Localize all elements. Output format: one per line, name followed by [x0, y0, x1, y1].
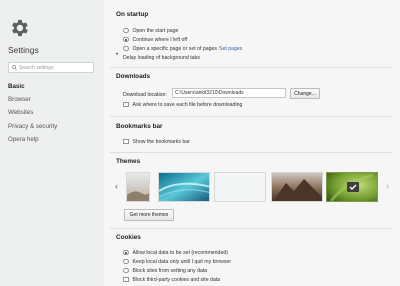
sidebar: Settings Basic Browser Websites Privacy …: [0, 0, 104, 286]
set-pages-link[interactable]: Set pages: [219, 46, 242, 52]
checkbox[interactable]: [123, 138, 129, 145]
option-label: Allow local data to be set (recommended): [132, 249, 228, 256]
sidebar-nav: Basic Browser Websites Privacy & securit…: [8, 83, 57, 149]
page-title: Settings: [8, 45, 39, 55]
sidebar-item-opera-help[interactable]: Opera help: [8, 136, 57, 149]
bullet-icon: •: [116, 52, 119, 58]
cookie-option-block-all[interactable]: Block sites from setting any data: [123, 267, 207, 274]
block-third-party-cookies-option[interactable]: Block third-party cookies and site data: [123, 276, 220, 283]
option-label: Block third-party cookies and site data: [132, 276, 221, 283]
change-download-location-button[interactable]: Change...: [290, 88, 320, 99]
search-box[interactable]: [8, 62, 94, 73]
chevron-right-icon[interactable]: ›: [386, 181, 389, 191]
delay-loading-option[interactable]: Delay loading of background tabs: [123, 54, 200, 61]
radio-button[interactable]: [123, 258, 129, 265]
sidebar-item-browser[interactable]: Browser: [8, 96, 57, 109]
cookie-option-allow[interactable]: Allow local data to be set (recommended): [123, 249, 228, 256]
option-label: Open a specific page or set of pages: [132, 45, 218, 52]
checkbox[interactable]: [123, 101, 129, 108]
checkbox[interactable]: [123, 276, 129, 283]
theme-thumbnail[interactable]: [126, 172, 150, 202]
section-title-cookies: Cookies: [116, 234, 141, 241]
section-title-startup: On startup: [116, 11, 149, 18]
section-title-downloads: Downloads: [116, 73, 151, 80]
search-input[interactable]: [19, 64, 91, 72]
divider: [110, 116, 392, 117]
cookie-option-keep-until-quit[interactable]: Keep local data only until I quit my bro…: [123, 258, 231, 265]
gear-icon: [12, 19, 28, 37]
option-label: Show the bookmarks bar: [132, 138, 190, 145]
radio-button[interactable]: [123, 45, 129, 52]
theme-thumbnail[interactable]: [214, 172, 266, 202]
show-bookmarks-bar-option[interactable]: Show the bookmarks bar: [123, 138, 190, 145]
chevron-left-icon[interactable]: ‹: [115, 181, 118, 191]
option-label: Delay loading of background tabs: [123, 54, 200, 61]
radio-button-selected[interactable]: [123, 249, 129, 256]
checkmark-icon: [347, 182, 359, 192]
settings-content: On startup Open the start page Continue …: [104, 0, 400, 286]
theme-thumbnail[interactable]: [271, 172, 323, 202]
startup-option-start-page[interactable]: Open the start page: [123, 27, 178, 34]
option-label: Block sites from setting any data: [132, 267, 208, 274]
divider: [110, 152, 392, 153]
ask-save-location-option[interactable]: Ask where to save each file before downl…: [123, 101, 242, 108]
radio-button[interactable]: [123, 267, 129, 274]
theme-thumbnail-selected[interactable]: [326, 172, 378, 202]
download-location-label: Download location:: [123, 92, 167, 98]
startup-option-specific-pages[interactable]: Open a specific page or set of pages Set…: [123, 45, 242, 52]
theme-thumbnail[interactable]: [158, 172, 210, 202]
sidebar-item-privacy-security[interactable]: Privacy & security: [8, 123, 57, 136]
download-location-field[interactable]: [172, 88, 286, 98]
sidebar-item-websites[interactable]: Websites: [8, 109, 57, 122]
sidebar-item-basic[interactable]: Basic: [8, 83, 57, 96]
section-title-bookmarks: Bookmarks bar: [116, 123, 163, 130]
option-label: Ask where to save each file before downl…: [132, 101, 243, 108]
divider: [110, 228, 392, 229]
search-icon: [12, 65, 17, 70]
section-title-themes: Themes: [116, 158, 141, 165]
option-label: Keep local data only until I quit my bro…: [132, 258, 232, 265]
option-label: Open the start page: [132, 27, 179, 34]
startup-option-continue[interactable]: Continue where I left off: [123, 36, 187, 43]
theme-gallery: [126, 172, 384, 202]
divider: [110, 67, 392, 68]
radio-button[interactable]: [123, 27, 129, 34]
radio-button-selected[interactable]: [123, 36, 129, 43]
get-more-themes-button[interactable]: Get more themes: [124, 209, 174, 221]
option-label: Continue where I left off: [132, 36, 188, 43]
